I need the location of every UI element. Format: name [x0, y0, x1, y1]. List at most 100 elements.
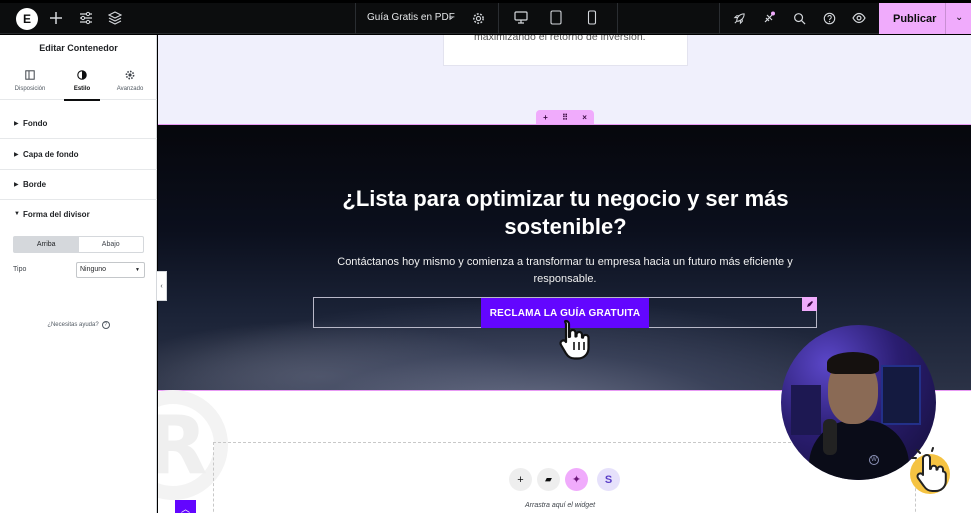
wordpress-logo-icon: W: [869, 455, 879, 465]
edit-widget-button[interactable]: [802, 297, 817, 311]
elementor-logo-button[interactable]: E: [16, 8, 38, 30]
help-text: ¿Necesitas ayuda?: [47, 322, 99, 328]
help-icon: [823, 12, 835, 24]
tablet-icon: [550, 10, 562, 25]
mobile-icon: [587, 10, 597, 25]
layout-icon: [4, 70, 56, 86]
presenter-hair: [827, 352, 879, 374]
ai-sparkle-icon: ✦: [571, 474, 582, 486]
help-icon: ?: [101, 321, 110, 329]
starter-kit-button[interactable]: S: [597, 468, 620, 491]
dropzone-hint: Arrastra aquí el widget: [525, 502, 596, 509]
structure-button[interactable]: [106, 9, 124, 27]
editor-topbar: E Guía Gratis en PDF ⌄: [0, 3, 971, 34]
chevron-down-icon[interactable]: ⌄: [955, 12, 963, 23]
toggle-abajo[interactable]: Abajo: [79, 237, 144, 252]
section-fondo[interactable]: ▶ Fondo: [0, 109, 157, 139]
section-label: Borde: [23, 180, 47, 189]
caret-right-icon: ▶: [14, 152, 19, 158]
divider-position-toggle: Arriba Abajo: [13, 236, 144, 253]
divider: [945, 3, 946, 34]
collapse-panel-button[interactable]: ‹: [157, 271, 167, 301]
section-borde[interactable]: ▶ Borde: [0, 170, 157, 200]
integrations-icon: [764, 11, 775, 23]
chevron-down-icon[interactable]: ⌄: [447, 11, 455, 22]
tablet-view-button[interactable]: [550, 10, 562, 30]
publish-label: Publicar: [893, 12, 937, 25]
hero-heading[interactable]: ¿Lista para optimizar tu negocio y ser m…: [288, 185, 843, 241]
pointing-hand-icon: [910, 447, 950, 494]
section-forma-del-divisor[interactable]: ▼ Forma del divisor: [0, 200, 157, 230]
background-shelf: [881, 365, 921, 425]
tab-disposicion[interactable]: Disposición: [4, 65, 56, 100]
caret-down-icon: ▼: [135, 267, 140, 273]
search-icon: [793, 12, 805, 24]
chevron-up-icon: ︿: [180, 503, 190, 513]
gear-icon: [104, 70, 156, 86]
contrast-icon: [56, 70, 108, 86]
panel-tabs: Disposición Estilo Avanzado: [0, 65, 157, 101]
tab-label: Estilo: [73, 86, 91, 92]
add-template-button[interactable]: ▰: [537, 468, 560, 491]
ai-generate-button[interactable]: ✦: [565, 468, 588, 491]
divider: [617, 3, 618, 34]
scroll-top-button[interactable]: ︿: [175, 500, 196, 513]
hand-cursor-icon: [559, 319, 590, 360]
plus-icon: [50, 12, 62, 24]
search-button[interactable]: [790, 9, 808, 27]
delete-container-button[interactable]: ×: [582, 113, 587, 122]
section-capa-de-fondo[interactable]: ▶ Capa de fondo: [0, 140, 157, 170]
section-label: Capa de fondo: [23, 150, 79, 159]
tipo-label: Tipo: [13, 266, 27, 273]
add-element-button[interactable]: [47, 9, 65, 27]
launchpad-button[interactable]: [730, 9, 748, 27]
integrations-button[interactable]: [760, 9, 778, 27]
preview-button[interactable]: [850, 9, 868, 27]
section-label: Forma del divisor: [23, 210, 90, 219]
chevron-left-icon: ‹: [160, 282, 163, 290]
page-settings-button[interactable]: [470, 9, 486, 27]
watermark-letter: R: [158, 399, 208, 492]
caret-down-icon: ▼: [14, 211, 20, 217]
pencil-icon: [806, 301, 813, 307]
desktop-icon: [514, 11, 528, 24]
caret-right-icon: ▶: [14, 182, 19, 188]
site-settings-button[interactable]: [77, 9, 95, 27]
add-section-button[interactable]: +: [509, 468, 532, 491]
document-title-button[interactable]: Guía Gratis en PDF: [367, 12, 455, 23]
container-toolbar: + ⠿ ×: [536, 110, 594, 124]
add-container-button[interactable]: +: [543, 113, 548, 122]
mobile-view-button[interactable]: [587, 10, 597, 30]
sliders-icon: [80, 11, 92, 25]
desktop-view-button[interactable]: [514, 10, 528, 29]
tab-avanzado[interactable]: Avanzado: [104, 65, 156, 100]
hero-subtitle[interactable]: Contáctanos hoy mismo y comienza a trans…: [318, 254, 812, 288]
tab-label: Avanzado: [116, 86, 144, 92]
help-link[interactable]: ¿Necesitas ayuda??: [0, 321, 157, 329]
tab-label: Disposición: [14, 86, 46, 92]
tab-estilo[interactable]: Estilo: [56, 65, 108, 101]
s-logo-icon: S: [604, 473, 613, 486]
divider: [719, 3, 720, 34]
section-label: Fondo: [23, 119, 48, 128]
help-button[interactable]: [820, 9, 838, 27]
rocket-icon: [733, 12, 745, 24]
microphone: [823, 419, 837, 455]
publish-button[interactable]: Publicar ⌄: [879, 3, 971, 34]
tipo-value: Ninguno: [80, 266, 107, 273]
gear-icon: [472, 12, 484, 24]
edit-panel: Editar Contenedor Disposición Estilo Ava…: [0, 35, 157, 513]
layers-icon: [108, 11, 122, 25]
toggle-arriba[interactable]: Arriba: [14, 237, 79, 252]
background-shelf: [791, 385, 821, 435]
caret-right-icon: ▶: [14, 121, 19, 127]
folder-icon: ▰: [545, 474, 552, 484]
plus-icon: +: [517, 473, 524, 486]
divider: [355, 3, 356, 34]
divider: [498, 3, 499, 34]
drag-handle[interactable]: ⠿: [562, 113, 568, 122]
card-text: maximizando el retorno de inversión.: [474, 35, 646, 43]
tipo-select[interactable]: Ninguno ▼: [76, 262, 145, 278]
panel-title: Editar Contenedor: [39, 43, 118, 53]
eye-icon: [852, 12, 866, 24]
